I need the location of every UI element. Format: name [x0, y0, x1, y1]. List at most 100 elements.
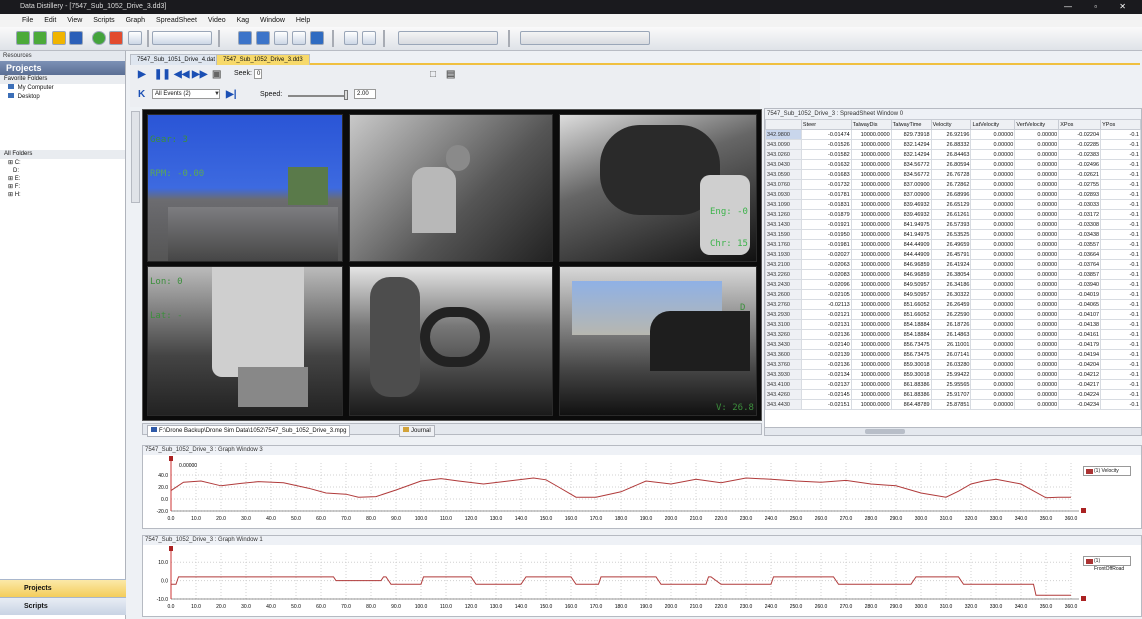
table-cell[interactable]: 829.73918 — [890, 129, 932, 140]
table-cell[interactable]: 0.00000 — [970, 139, 1016, 150]
table-cell[interactable]: 26.07141 — [930, 349, 972, 360]
table-cell[interactable]: -0.02113 — [800, 299, 852, 310]
table-row[interactable]: 343.3930 -0.02134 10000.0000 859.30018 25.99… — [765, 369, 1141, 380]
add-green-icon[interactable] — [16, 31, 30, 45]
table-cell[interactable]: -0.1 — [1100, 279, 1141, 290]
close-icon[interactable]: ✕ — [1119, 2, 1136, 11]
table-cell[interactable]: -0.04065 — [1058, 299, 1102, 310]
table-cell[interactable]: 26.45791 — [930, 249, 972, 260]
layout-tools-icon[interactable] — [520, 31, 650, 45]
table-cell[interactable]: -0.01526 — [800, 139, 852, 150]
tool-icon[interactable] — [362, 31, 376, 45]
table-cell[interactable]: 846.96859 — [890, 269, 932, 280]
speed-field[interactable]: 2.00 — [354, 89, 376, 99]
table-row[interactable]: 343.1430 -0.01921 10000.0000 841.94975 26.57… — [765, 219, 1141, 230]
drive-e[interactable]: ⊞ E: — [0, 175, 125, 183]
table-cell[interactable]: 0.00000 — [970, 339, 1016, 350]
table-cell[interactable]: 10000.0000 — [850, 319, 892, 330]
table-cell[interactable]: -0.04217 — [1058, 379, 1102, 390]
row-header[interactable]: 343.0260 — [765, 149, 802, 160]
table-cell[interactable]: 10000.0000 — [850, 149, 892, 160]
table-row[interactable]: 343.4260 -0.02145 10000.0000 861.88386 25.91… — [765, 389, 1141, 400]
table-cell[interactable]: -0.04212 — [1058, 369, 1102, 380]
table-cell[interactable]: 10000.0000 — [850, 329, 892, 340]
menu-scripts[interactable]: Scripts — [93, 17, 114, 24]
table-row[interactable]: 343.1930 -0.02027 10000.0000 844.44909 26.45… — [765, 249, 1141, 260]
table-row[interactable]: 343.4100 -0.02137 10000.0000 861.88386 25.95… — [765, 379, 1141, 390]
menu-window[interactable]: Window — [260, 17, 285, 24]
table-cell[interactable]: 0.00000 — [1014, 299, 1060, 310]
table-cell[interactable]: -0.1 — [1100, 139, 1141, 150]
table-cell[interactable]: 26.61261 — [930, 209, 972, 220]
snapshot-icon[interactable]: ▣ — [212, 69, 223, 80]
table-cell[interactable]: -0.02131 — [800, 319, 852, 330]
table-cell[interactable]: -0.1 — [1100, 329, 1141, 340]
table-cell[interactable]: 10000.0000 — [850, 289, 892, 300]
table-cell[interactable]: -0.01921 — [800, 219, 852, 230]
table-cell[interactable]: -0.03308 — [1058, 219, 1102, 230]
table-cell[interactable]: 25.91707 — [930, 389, 972, 400]
table-cell[interactable]: 841.94975 — [890, 219, 932, 230]
table-cell[interactable]: -0.03033 — [1058, 199, 1102, 210]
table-cell[interactable]: -0.01831 — [800, 199, 852, 210]
menu-edit[interactable]: Edit — [44, 17, 56, 24]
table-cell[interactable]: -0.03172 — [1058, 209, 1102, 220]
time-cursor-handle[interactable] — [169, 546, 173, 551]
table-cell[interactable]: 861.88386 — [890, 379, 932, 390]
column-header[interactable]: TalwayTime — [890, 119, 932, 130]
table-cell[interactable]: -0.01879 — [800, 209, 852, 220]
table-cell[interactable]: -0.1 — [1100, 349, 1141, 360]
table-cell[interactable]: 0.00000 — [1014, 199, 1060, 210]
zoom-slider[interactable] — [131, 111, 140, 203]
velocity-graph-plot[interactable]: 0.0 10.0 20.0 30.0 40.0 50.0 60.0 70.0 80.0 90.0 1… — [143, 455, 1141, 529]
table-cell[interactable]: -0.02621 — [1058, 169, 1102, 180]
table-cell[interactable]: -0.1 — [1100, 319, 1141, 330]
table-cell[interactable]: 0.00000 — [1014, 309, 1060, 320]
table-cell[interactable]: 0.00000 — [970, 279, 1016, 290]
table-cell[interactable]: 0.00000 — [1014, 219, 1060, 230]
table-row[interactable]: 343.3260 -0.02136 10000.0000 854.18884 26.14… — [765, 329, 1141, 340]
table-cell[interactable]: 0.00000 — [1014, 159, 1060, 170]
table-cell[interactable]: -0.04107 — [1058, 309, 1102, 320]
row-header[interactable]: 343.3100 — [765, 319, 802, 330]
table-cell[interactable]: 0.00000 — [1014, 319, 1060, 330]
favorite-my-computer[interactable]: My Computer — [0, 84, 125, 93]
table-cell[interactable]: 26.53525 — [930, 229, 972, 240]
stop-icon[interactable] — [109, 31, 123, 45]
table-row[interactable]: 343.0430 -0.01632 10000.0000 834.56772 26.80… — [765, 159, 1141, 170]
table-cell[interactable]: -0.04138 — [1058, 319, 1102, 330]
table-row[interactable]: 343.3430 -0.02140 10000.0000 856.73475 26.11… — [765, 339, 1141, 350]
table-cell[interactable]: 10000.0000 — [850, 139, 892, 150]
pause-icon[interactable]: ❚❚ — [154, 69, 171, 80]
table-cell[interactable]: 0.00000 — [1014, 279, 1060, 290]
table-cell[interactable]: 0.00000 — [1014, 339, 1060, 350]
table-cell[interactable]: -0.1 — [1100, 369, 1141, 380]
row-header[interactable]: 343.4100 — [765, 379, 802, 390]
table-cell[interactable]: 26.80594 — [930, 159, 972, 170]
row-header[interactable]: 343.1090 — [765, 199, 802, 210]
row-header[interactable]: 343.3930 — [765, 369, 802, 380]
table-row[interactable]: 343.2760 -0.02113 10000.0000 851.66052 26.26… — [765, 299, 1141, 310]
table-cell[interactable]: -0.02096 — [800, 279, 852, 290]
table-cell[interactable]: -0.04224 — [1058, 389, 1102, 400]
range-end-handle[interactable] — [1081, 508, 1086, 513]
table-cell[interactable]: -0.01732 — [800, 179, 852, 190]
table-cell[interactable]: -0.03664 — [1058, 249, 1102, 260]
table-row[interactable]: 343.2430 -0.02096 10000.0000 849.50957 26.34… — [765, 279, 1141, 290]
table-cell[interactable]: -0.02140 — [800, 339, 852, 350]
column-header[interactable] — [765, 119, 802, 130]
help-icon[interactable] — [92, 31, 106, 45]
table-row[interactable]: 343.3100 -0.02131 10000.0000 854.18884 26.18… — [765, 319, 1141, 330]
drive-h[interactable]: ⊞ H: — [0, 191, 125, 199]
table-cell[interactable]: 10000.0000 — [850, 209, 892, 220]
table-cell[interactable]: 10000.0000 — [850, 249, 892, 260]
table-cell[interactable]: -0.1 — [1100, 339, 1141, 350]
table-cell[interactable]: 0.00000 — [1014, 189, 1060, 200]
table-cell[interactable]: 10000.0000 — [850, 349, 892, 360]
row-header[interactable]: 343.1430 — [765, 219, 802, 230]
table-cell[interactable]: -0.1 — [1100, 129, 1141, 140]
table-cell[interactable]: 26.68996 — [930, 189, 972, 200]
table-cell[interactable]: -0.01950 — [800, 229, 852, 240]
menu-graph[interactable]: Graph — [126, 17, 145, 24]
table-cell[interactable]: -0.02893 — [1058, 189, 1102, 200]
